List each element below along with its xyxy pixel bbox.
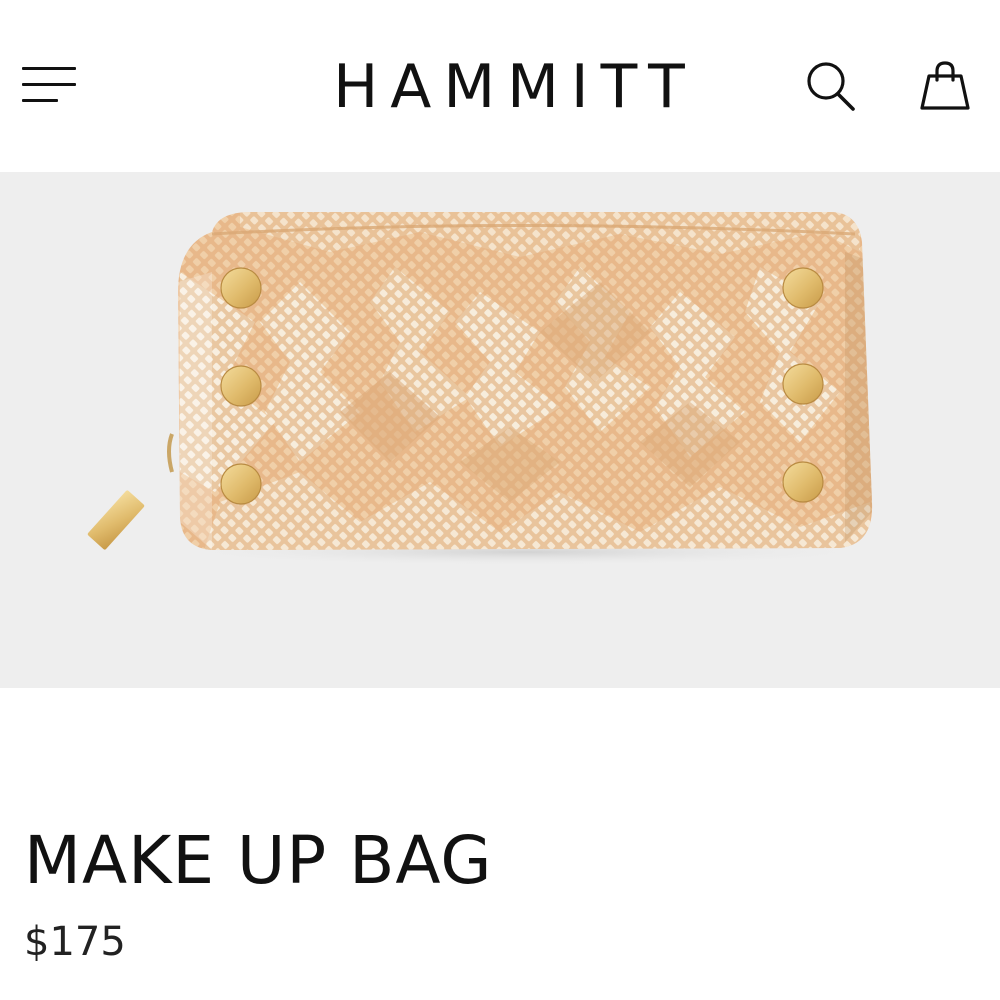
brand-logo[interactable]: HAMMITT bbox=[330, 52, 700, 122]
product-title: MAKE UP BAG bbox=[24, 822, 493, 900]
search-icon[interactable] bbox=[800, 56, 860, 116]
hamburger-menu-icon[interactable] bbox=[20, 62, 78, 108]
make-up-bag-image bbox=[87, 212, 885, 566]
product-image[interactable] bbox=[0, 172, 1000, 688]
product-price: $175 bbox=[24, 919, 126, 965]
site-header: HAMMITT bbox=[0, 0, 1000, 172]
shopping-bag-icon[interactable] bbox=[915, 54, 975, 116]
product-page: HAMMITT MAKE UP BAG $175 bbox=[0, 0, 1000, 1000]
